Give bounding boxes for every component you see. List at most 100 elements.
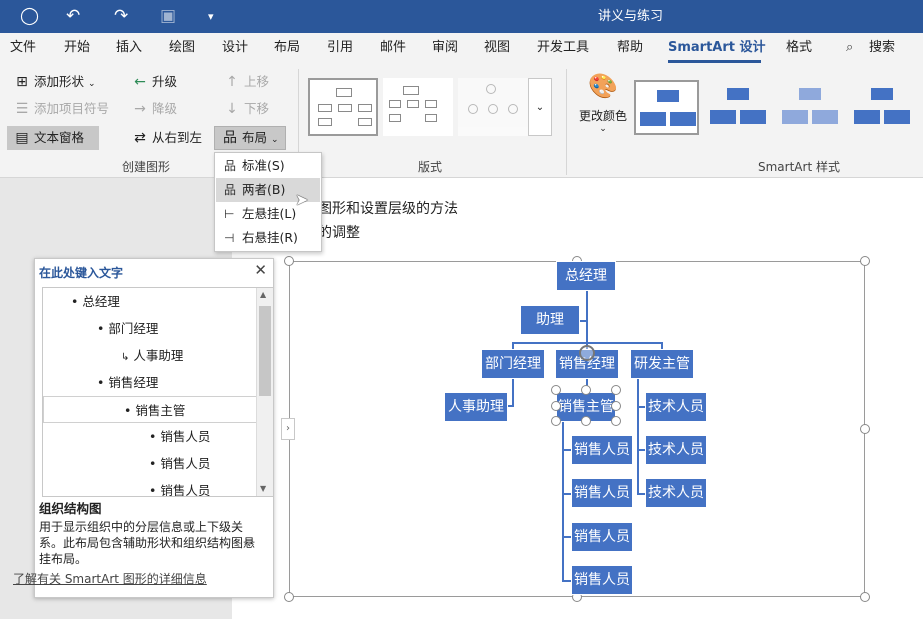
autosave-circle-icon[interactable]: ◯	[20, 0, 39, 33]
tab-references[interactable]: 引用	[327, 33, 353, 63]
org-node-assistant[interactable]: 助理	[520, 305, 580, 335]
org-node-tech[interactable]: 技术人员	[645, 435, 707, 465]
menu-item-standard[interactable]: 品标准(S)	[216, 154, 320, 178]
text-pane-icon: ▤	[15, 130, 29, 146]
node-handle[interactable]	[551, 401, 561, 411]
tab-layout[interactable]: 布局	[274, 33, 300, 63]
node-handle[interactable]	[551, 385, 561, 395]
redo-icon[interactable]: ↷	[114, 0, 128, 33]
tab-file[interactable]: 文件	[10, 33, 36, 63]
move-down-button[interactable]: ↓ 下移	[224, 99, 269, 119]
text-pane-title: 在此处键入文字	[39, 266, 124, 280]
demote-button[interactable]: → 降级	[132, 99, 177, 119]
swap-arrows-icon: ⇄	[134, 130, 146, 146]
style-thumb-4[interactable]	[850, 80, 915, 135]
tab-mailings[interactable]: 邮件	[380, 33, 406, 63]
vertical-scrollbar[interactable]: ▲ ▼	[256, 288, 273, 496]
node-handle[interactable]	[551, 416, 561, 426]
text-pane-button[interactable]: ▤ 文本窗格	[14, 128, 84, 148]
node-handle[interactable]	[581, 416, 591, 426]
org-node-sales[interactable]: 销售人员	[571, 565, 633, 595]
close-icon[interactable]: ✕	[254, 261, 267, 279]
scroll-thumb[interactable]	[259, 306, 271, 396]
frame-handle[interactable]	[860, 592, 870, 602]
org-node-hr[interactable]: 人事助理	[444, 392, 508, 422]
connector	[586, 290, 588, 350]
node-handle[interactable]	[611, 401, 621, 411]
touch-mode-icon[interactable]: ▣	[160, 0, 176, 33]
org-node-manager[interactable]: 部门经理	[481, 349, 545, 379]
layout-thumb-name-title-org[interactable]	[383, 78, 453, 136]
layout-thumb-org-chart[interactable]	[308, 78, 378, 136]
tab-draw[interactable]: 绘图	[169, 33, 195, 63]
org-node-manager[interactable]: 研发主管	[630, 349, 694, 379]
tab-search[interactable]: 搜索	[869, 33, 895, 63]
list-item[interactable]: ↳ 人事助理	[43, 342, 273, 369]
arrow-up-icon: ↑	[226, 74, 238, 90]
org-node-top[interactable]: 总经理	[556, 261, 616, 291]
list-item[interactable]: • 销售经理	[43, 369, 273, 396]
org-layout-icon: 品	[223, 130, 237, 146]
tab-format[interactable]: 格式	[786, 33, 812, 63]
collapse-pane-chevron-icon[interactable]: ›	[281, 418, 295, 440]
gallery-more-chevron-icon[interactable]: ⌄	[528, 78, 552, 136]
node-handle[interactable]	[611, 385, 621, 395]
style-thumb-1[interactable]	[634, 80, 699, 135]
org-node-tech[interactable]: 技术人员	[645, 478, 707, 508]
list-item[interactable]: • 销售人员	[43, 477, 273, 496]
org-node-sales[interactable]: 销售人员	[571, 435, 633, 465]
org-right-hanging-icon: ⊣	[224, 231, 235, 245]
layout-description-text: 用于显示组织中的分层信息或上下级关系。此布局包含辅助形状和组织结构图悬挂布局。	[39, 520, 256, 566]
tab-insert[interactable]: 插入	[116, 33, 142, 63]
list-item[interactable]: • 总经理	[43, 288, 273, 315]
change-colors-button[interactable]: 🎨 更改颜色 ⌄	[578, 71, 628, 151]
move-up-button[interactable]: ↑ 上移	[224, 72, 269, 92]
arrow-down-icon: ↓	[226, 101, 238, 117]
text-pane: 在此处键入文字 ✕ • 总经理 • 部门经理 ↳ 人事助理 • 销售经理 • 销…	[34, 258, 274, 598]
text-pane-list[interactable]: • 总经理 • 部门经理 ↳ 人事助理 • 销售经理 • 销售主管 • 销售人员…	[42, 287, 274, 497]
scroll-up-icon[interactable]: ▲	[260, 290, 266, 299]
layout-thumb-circle-hierarchy[interactable]	[458, 78, 528, 136]
rotate-handle-icon[interactable]	[579, 345, 595, 361]
promote-button[interactable]: ← 升级	[132, 72, 177, 92]
add-shape-button[interactable]: ⊞ 添加形状 ⌄	[14, 72, 95, 92]
style-thumb-2[interactable]	[706, 80, 771, 135]
menu-item-right-hanging[interactable]: ⊣ 右悬挂(R)	[216, 226, 320, 250]
list-item[interactable]: • 部门经理	[43, 315, 273, 342]
tab-help[interactable]: 帮助	[617, 33, 643, 63]
frame-handle[interactable]	[284, 592, 294, 602]
smartart-help-link[interactable]: 了解有关 SmartArt 图形的详细信息	[13, 570, 207, 587]
undo-icon[interactable]: ↶	[66, 0, 80, 33]
node-handle[interactable]	[581, 385, 591, 395]
org-node-tech[interactable]: 技术人员	[645, 392, 707, 422]
org-node-sales[interactable]: 销售人员	[571, 522, 633, 552]
doc-text-line-1: 图形和设置层级的方法	[318, 201, 458, 217]
layout-description: 组织结构图 用于显示组织中的分层信息或上下级关系。此布局包含辅助形状和组织结构图…	[39, 501, 264, 567]
layout-description-title: 组织结构图	[39, 501, 102, 516]
frame-handle[interactable]	[860, 256, 870, 266]
frame-handle[interactable]	[860, 424, 870, 434]
group-label-layouts: 版式	[418, 160, 443, 174]
tab-view[interactable]: 视图	[484, 33, 510, 63]
tab-developer[interactable]: 开发工具	[537, 33, 589, 63]
tab-design[interactable]: 设计	[222, 33, 248, 63]
assistant-arrow-icon: ↳	[121, 352, 130, 363]
group-separator	[566, 69, 567, 175]
customize-qat-icon[interactable]: ▾	[208, 0, 214, 33]
list-item[interactable]: • 销售人员	[43, 423, 273, 450]
tab-review[interactable]: 审阅	[432, 33, 458, 63]
arrow-right-icon: →	[134, 101, 146, 117]
tab-home[interactable]: 开始	[64, 33, 90, 63]
right-to-left-button[interactable]: ⇄ 从右到左	[132, 128, 202, 148]
list-item-selected[interactable]: • 销售主管	[43, 396, 257, 423]
layout-dropdown-button[interactable]: 品布局 ⌄	[222, 128, 279, 148]
add-bullet-button[interactable]: ☰ 添加项目符号	[14, 99, 109, 119]
frame-handle[interactable]	[284, 256, 294, 266]
org-node-sales[interactable]: 销售人员	[571, 478, 633, 508]
tab-smartart-design[interactable]: SmartArt 设计	[668, 33, 766, 63]
search-icon[interactable]: ⌕	[846, 33, 853, 63]
node-handle[interactable]	[611, 416, 621, 426]
style-thumb-3[interactable]	[778, 80, 843, 135]
list-item[interactable]: • 销售人员	[43, 450, 273, 477]
scroll-down-icon[interactable]: ▼	[260, 484, 266, 493]
